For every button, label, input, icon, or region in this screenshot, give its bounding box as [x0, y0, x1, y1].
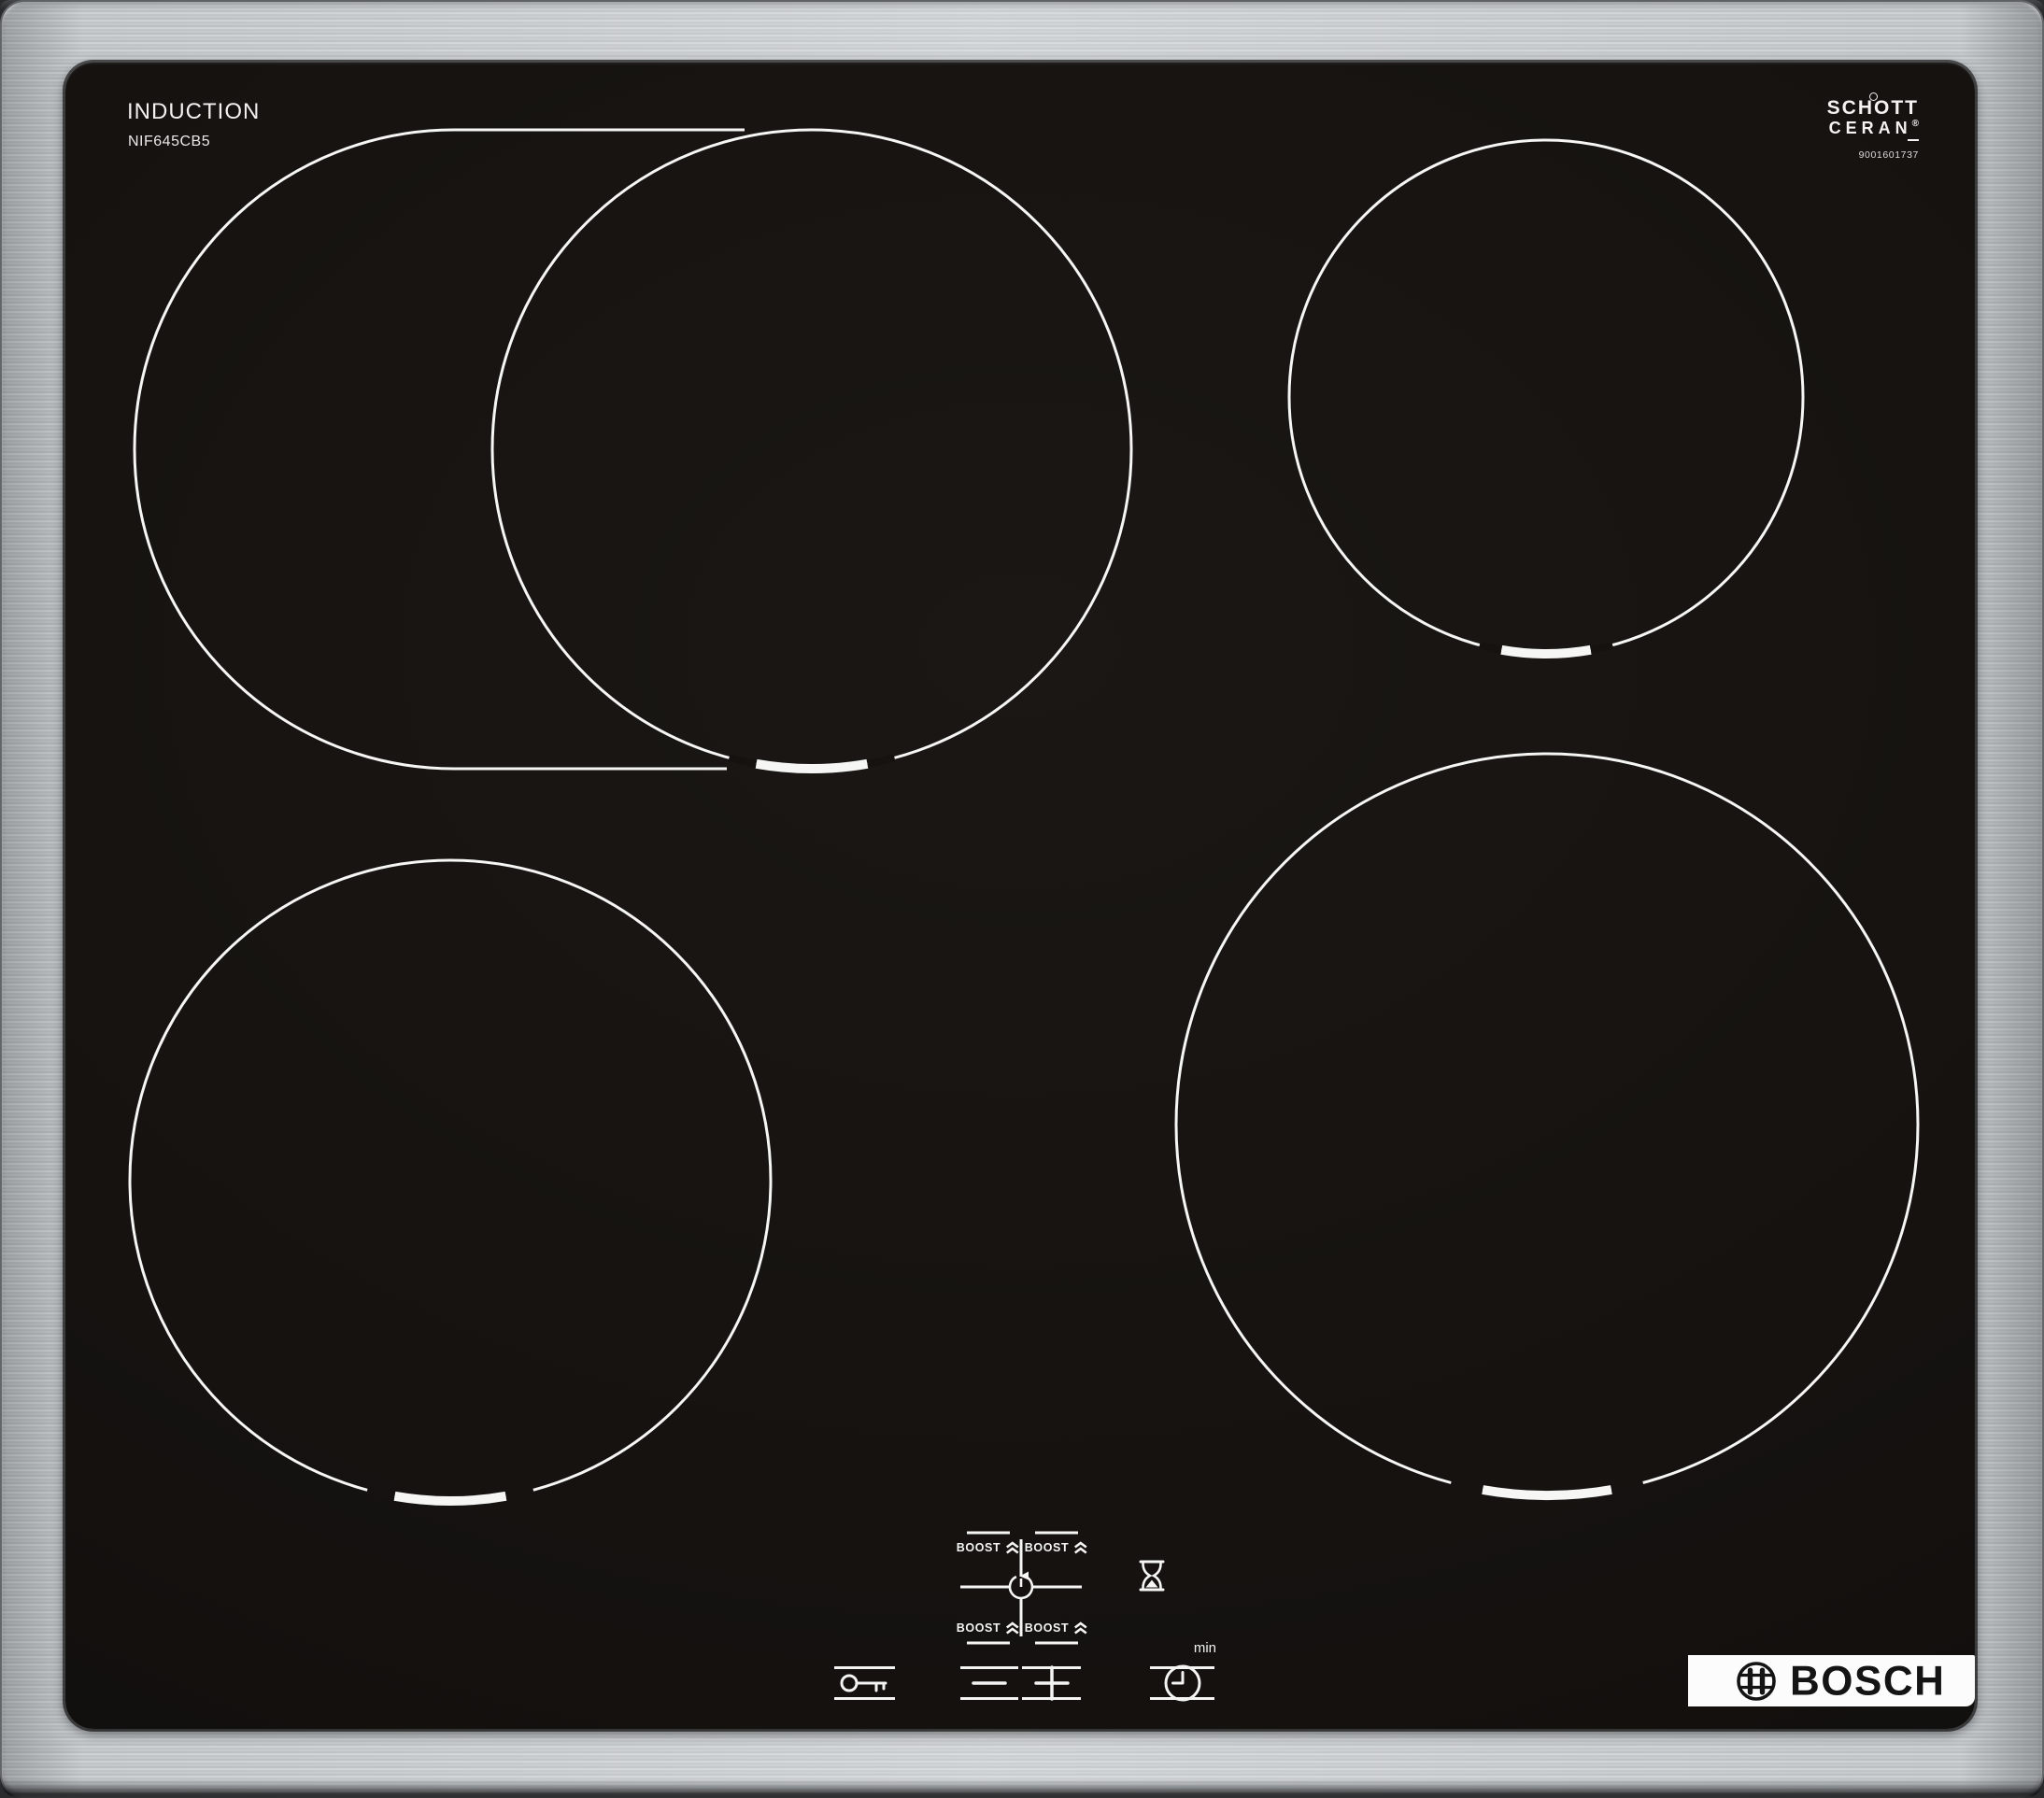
bosch-wordmark: BOSCH [1790, 1660, 1945, 1702]
key-icon [839, 1671, 891, 1695]
schott-wordmark: SCHOTT [1803, 98, 1919, 118]
double-chevron-up-icon [1005, 1621, 1020, 1635]
induction-hob: INDUCTION NIF645CB5 SCHOTT CERAN® 900160… [0, 0, 2044, 1798]
double-chevron-up-icon [1073, 1621, 1088, 1635]
schott-ring-icon [1869, 92, 1878, 101]
logo-underline [1908, 139, 1919, 141]
pan-alignment-notch [1483, 1490, 1611, 1495]
timer-unit-label: min [1170, 1640, 1216, 1656]
plus-icon [1033, 1666, 1071, 1700]
power-increase-button[interactable] [1022, 1666, 1081, 1700]
timer-button[interactable] [1150, 1666, 1214, 1700]
zone-select-front-right-boost[interactable]: BOOST [1025, 1621, 1088, 1635]
schott-ceran-logo: SCHOTT CERAN® [1803, 98, 1919, 136]
child-lock-button[interactable] [834, 1666, 895, 1700]
pan-alignment-notch [757, 764, 868, 769]
zone-front-right [1176, 754, 1918, 1495]
glass-code-label: 9001601737 [1803, 149, 1919, 161]
zone-rear-right [1289, 140, 1803, 654]
bosch-armature-icon [1735, 1660, 1778, 1703]
zone-front-left [130, 860, 771, 1501]
product-type-label: INDUCTION [127, 99, 260, 125]
hourglass-icon [1141, 1562, 1163, 1590]
bosch-logo-band: BOSCH [1688, 1655, 1975, 1706]
clock-icon [1163, 1664, 1202, 1703]
power-decrease-button[interactable] [960, 1666, 1018, 1700]
glass-markings [0, 0, 2044, 1798]
timer-reset-icon [1010, 1572, 1032, 1598]
zone-rear-left-dual [135, 130, 1131, 769]
model-number-label: NIF645CB5 [128, 134, 210, 150]
double-chevron-up-icon [1073, 1541, 1088, 1554]
pan-alignment-notch [395, 1496, 506, 1501]
minus-icon [971, 1666, 1008, 1700]
double-chevron-up-icon [1005, 1541, 1020, 1554]
zone-select-rear-left-boost[interactable]: BOOST [957, 1541, 1020, 1554]
zone-select-rear-right-boost[interactable]: BOOST [1025, 1541, 1088, 1554]
registered-mark: ® [1912, 119, 1919, 129]
zone-select-front-left-boost[interactable]: BOOST [957, 1621, 1020, 1635]
pan-alignment-notch [1501, 650, 1590, 654]
frame-bottom-bevel [0, 1779, 2044, 1798]
ceran-wordmark: CERAN® [1803, 120, 1919, 136]
